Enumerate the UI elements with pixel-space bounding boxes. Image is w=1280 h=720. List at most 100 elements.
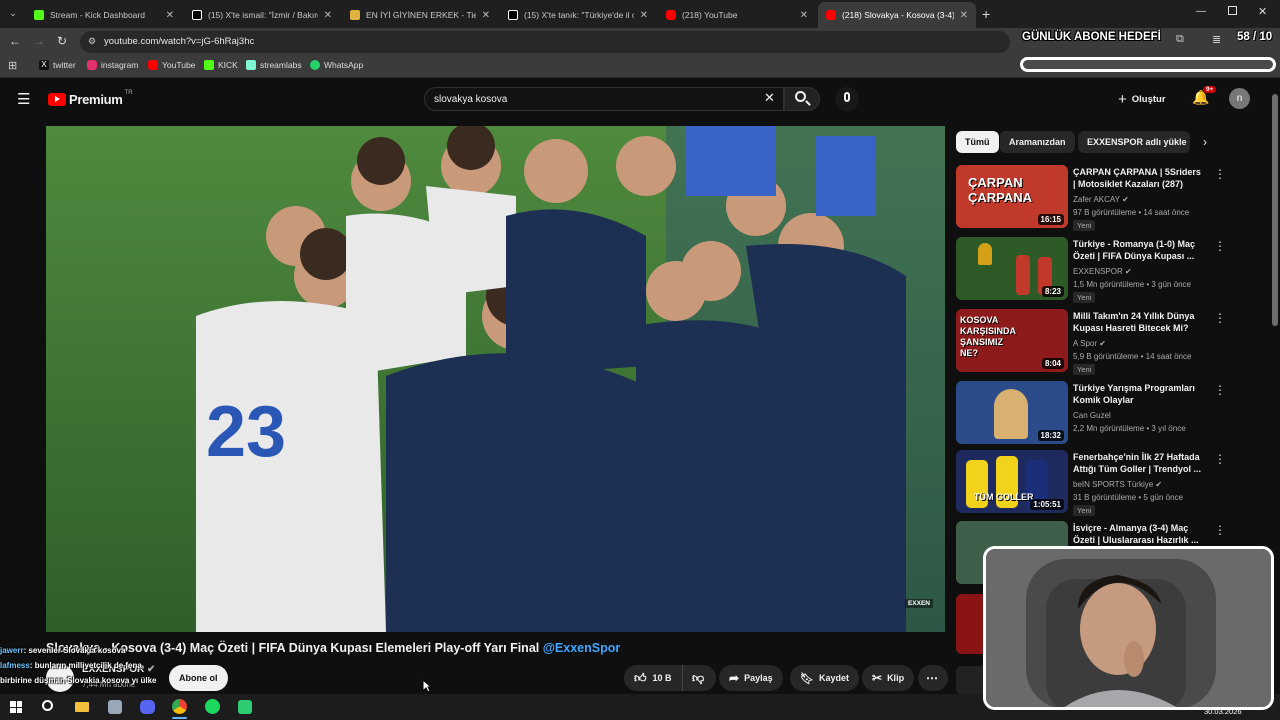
voice-search-button[interactable] [835, 87, 859, 111]
tab-kick-dashboard[interactable]: Stream - Kick Dashboard ✕ [26, 2, 182, 28]
goal-progress-fill [1023, 60, 1273, 69]
channel-name: beIN SPORTS Türkiye ✔ [1073, 480, 1163, 489]
share-button[interactable]: ➦ Paylaş [719, 665, 783, 691]
player-figure [1016, 255, 1030, 295]
bookmark-instagram[interactable]: instagram [87, 60, 138, 70]
youtube-logo[interactable]: Premium TR [48, 89, 133, 107]
logo-text: Premium [69, 92, 123, 107]
close-tab-icon[interactable]: ✕ [166, 10, 174, 21]
search-icon[interactable] [42, 700, 53, 711]
windows-icon[interactable] [10, 701, 22, 713]
chat-text: sevenler Slovakia kosova [28, 646, 126, 655]
verified-icon: ✔ [1125, 267, 1132, 276]
close-tab-icon[interactable]: ✕ [800, 10, 808, 21]
goal-count: 58 / 10 [1237, 31, 1273, 43]
app-icon[interactable] [108, 700, 122, 714]
video-meta: 2,2 Mn görüntüleme • 3 yıl önce [1073, 424, 1186, 433]
recommendation-item[interactable]: ÇARPAN ÇARPANA 16:15 ÇARPAN ÇARPANA | 5S… [956, 165, 1276, 231]
search-box[interactable]: ✕ [424, 87, 820, 111]
search-button[interactable] [784, 87, 820, 111]
create-button[interactable]: + Oluştur [1118, 88, 1166, 110]
save-button[interactable]: 🔖︎ Kaydet [790, 665, 859, 691]
chevron-right-icon[interactable]: › [1203, 135, 1207, 149]
discord-icon[interactable] [140, 700, 155, 714]
more-options-icon[interactable]: ⋮ [1214, 523, 1226, 537]
x-favicon-icon [508, 10, 518, 20]
x-icon: X [39, 60, 49, 70]
instagram-icon [87, 60, 97, 70]
kick-icon [204, 60, 214, 70]
chat-text: birbirine düşman Slovakia kosova yı ülke [0, 676, 157, 685]
video-thumbnail: 18:32 [956, 381, 1068, 444]
close-tab-icon[interactable]: ✕ [482, 10, 490, 21]
tab-x-ismail[interactable]: (15) X'te ismail: "İzmir / Bakırçay ✕ [184, 2, 340, 28]
apps-grid-icon[interactable]: ⊞ [8, 59, 17, 72]
extensions-icon[interactable]: ⧉ [1176, 33, 1184, 46]
recommendation-item[interactable]: TÜM GOLLER 1:05:51 Fenerbahçe'nin İlk 27… [956, 450, 1276, 516]
recommendation-item[interactable]: 18:32 Türkiye Yarışma Programları Komik … [956, 381, 1276, 447]
back-icon[interactable]: ← [9, 34, 21, 48]
subscribe-button[interactable]: Abone ol [169, 665, 228, 691]
game-icon[interactable] [238, 700, 252, 714]
more-options-icon[interactable]: ⋮ [1214, 239, 1226, 253]
clear-search-icon[interactable]: ✕ [764, 90, 775, 106]
bookmark-youtube[interactable]: YouTube [148, 60, 195, 70]
recommendation-item[interactable]: KOSOVA KARŞISINDA ŞANSIMIZ NE? 8:04 Mill… [956, 309, 1276, 375]
chat-message: jawerr: sevenler Slovakia kosova [0, 646, 126, 655]
close-tab-icon[interactable]: ✕ [324, 10, 332, 21]
new-tab-button[interactable]: + [982, 6, 990, 22]
like-button[interactable]: 👍︎ 10 B [624, 665, 682, 691]
logo-country: TR [124, 89, 133, 96]
bookmark-twitter[interactable]: X twitter [39, 60, 76, 70]
close-tab-icon[interactable]: ✕ [640, 10, 648, 21]
folder-icon[interactable] [75, 702, 89, 712]
video-thumbnail[interactable] [956, 666, 984, 694]
url-field[interactable]: ⚙ youtube.com/watch?v=jG-6hRaj3hc [80, 31, 1010, 53]
tab-tier-list[interactable]: EN İYİ GİYİNEN ERKEK - Tier List ✕ [342, 2, 498, 28]
maximize-icon[interactable] [1228, 6, 1237, 15]
video-title: Türkiye Yarışma Programları Komik Olayla… [1073, 383, 1195, 405]
chip-exxenspor[interactable]: EXXENSPOR adlı yükle [1078, 131, 1190, 153]
close-tab-icon[interactable]: ✕ [960, 10, 968, 21]
chip-from-search[interactable]: Aramanızdan [1000, 131, 1075, 153]
more-options-icon[interactable]: ⋮ [1214, 167, 1226, 181]
more-options-icon[interactable]: ⋮ [1214, 311, 1226, 325]
bookmark-whatsapp[interactable]: WhatsApp [310, 60, 363, 70]
more-options-icon[interactable]: ⋮ [1214, 383, 1226, 397]
clip-button[interactable]: ✂ Klip [862, 665, 915, 691]
search-input[interactable] [434, 91, 754, 107]
recommendation-item[interactable]: 8:23 Türkiye - Romanya (1-0) Maç Özeti |… [956, 237, 1276, 303]
forward-icon[interactable]: → [33, 34, 45, 48]
minimize-icon[interactable]: — [1196, 6, 1206, 17]
notifications-button[interactable]: 🔔 9+ [1192, 86, 1217, 107]
video-thumbnail: 8:23 [956, 237, 1068, 300]
dislike-button[interactable]: 👎︎ [682, 665, 716, 691]
chrome-icon[interactable] [172, 699, 187, 714]
tab-slovakya-kosova[interactable]: (218) Slovakya - Kosova (3-4) M ✕ [818, 2, 976, 28]
tab-search-icon[interactable]: ⌄ [6, 8, 20, 20]
site-info-icon[interactable]: ⚙ [88, 36, 96, 47]
video-hashtag-link[interactable]: @ExxenSpor [543, 641, 621, 655]
video-thumbnail: TÜM GOLLER 1:05:51 [956, 450, 1068, 513]
menu-icon[interactable]: ☰ [17, 90, 30, 108]
page-scrollbar[interactable] [1272, 94, 1278, 326]
close-window-icon[interactable]: ✕ [1258, 5, 1267, 18]
video-duration: 16:15 [1037, 214, 1064, 225]
tab-youtube[interactable]: (218) YouTube ✕ [658, 2, 816, 28]
spotify-icon[interactable] [205, 699, 220, 714]
reading-list-icon[interactable]: ≣ [1212, 33, 1221, 46]
video-meta: 31 B görüntüleme • 5 gün önce [1073, 493, 1183, 502]
avatar[interactable]: n [1229, 88, 1250, 109]
video-player[interactable]: 23 EXXEN [46, 126, 945, 632]
bookmark-kick[interactable]: KICK [204, 60, 238, 70]
more-actions-button[interactable]: ⋯ [918, 665, 948, 691]
tab-x-tanik[interactable]: (15) X'te tanık: "Türkiye'de il olmal ✕ [500, 2, 656, 28]
channel-name: EXXENSPOR ✔ [1073, 267, 1132, 276]
video-thumbnail[interactable] [956, 594, 984, 654]
more-options-icon[interactable]: ⋮ [1214, 452, 1226, 466]
reload-icon[interactable]: ↻ [57, 34, 67, 48]
active-app-indicator [172, 717, 187, 719]
video-title: Fenerbahçe'nin İlk 27 Haftada Attığı Tüm… [1073, 452, 1202, 474]
chip-all[interactable]: Tümü [956, 131, 999, 153]
bookmark-streamlabs[interactable]: streamlabs [246, 60, 302, 70]
